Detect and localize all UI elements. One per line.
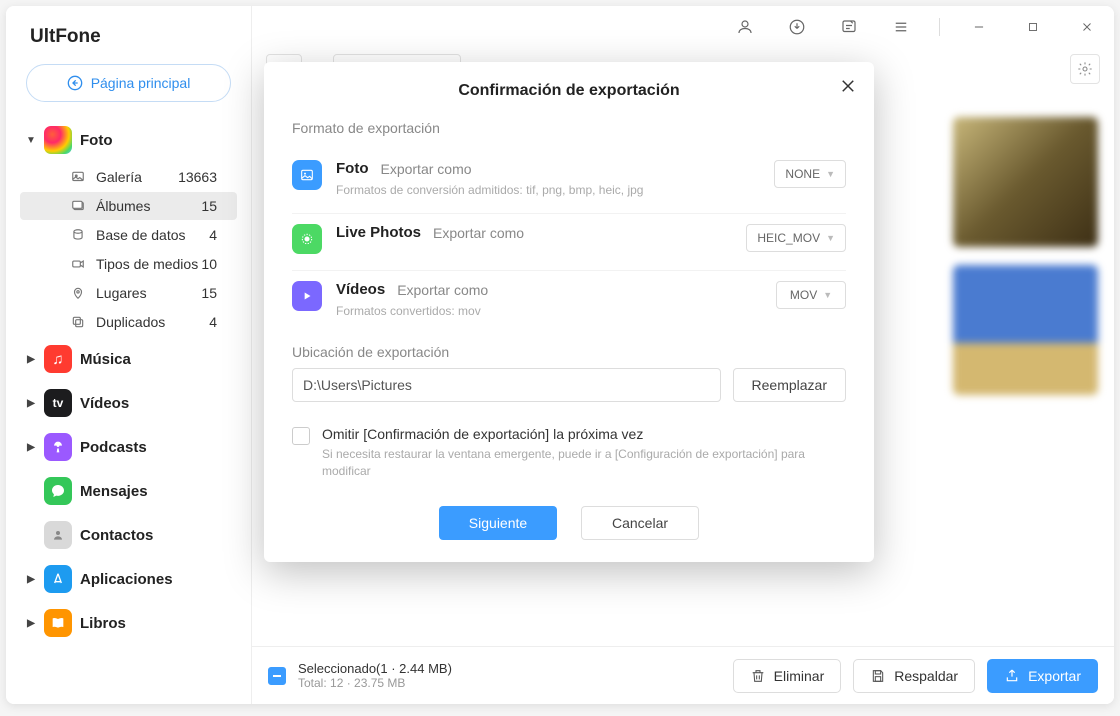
format-hint: Formatos convertidos: mov [336,304,762,318]
format-row-video: Vídeos Exportar como Formatos convertido… [292,271,846,338]
location-label: Ubicación de exportación [292,344,846,360]
replace-button[interactable]: Reemplazar [733,368,846,402]
modal-overlay: Confirmación de exportación Formato de e… [6,6,1114,704]
format-row-photo: Foto Exportar como Formatos de conversió… [292,150,846,214]
video-format-icon [292,281,322,311]
format-name: Live Photos [336,224,421,241]
chevron-down-icon: ▼ [823,290,832,300]
chevron-down-icon: ▼ [826,169,835,179]
location-input[interactable]: D:\Users\Pictures [292,368,721,402]
format-section-header: Formato de exportación [292,120,846,136]
photo-format-select[interactable]: NONE ▼ [774,160,846,188]
export-as-label: Exportar como [380,161,471,177]
modal-title: Confirmación de exportación [292,82,846,100]
export-as-label: Exportar como [397,282,488,298]
skip-hint: Si necesita restaurar la ventana emergen… [322,446,846,480]
format-row-live: Live Photos Exportar como HEIC_MOV ▼ [292,214,846,271]
format-name: Foto [336,160,368,177]
next-button[interactable]: Siguiente [439,506,557,540]
format-hint: Formatos de conversión admitidos: tif, p… [336,183,760,197]
close-modal-button[interactable] [836,74,860,98]
skip-checkbox[interactable] [292,427,310,445]
photo-format-icon [292,160,322,190]
format-name: Vídeos [336,281,385,298]
video-format-select[interactable]: MOV ▼ [776,281,846,309]
live-format-icon [292,224,322,254]
live-format-select[interactable]: HEIC_MOV ▼ [746,224,846,252]
cancel-button[interactable]: Cancelar [581,506,699,540]
export-as-label: Exportar como [433,225,524,241]
skip-label: Omitir [Confirmación de exportación] la … [322,426,846,442]
export-confirmation-modal: Confirmación de exportación Formato de e… [264,62,874,562]
chevron-down-icon: ▼ [826,233,835,243]
